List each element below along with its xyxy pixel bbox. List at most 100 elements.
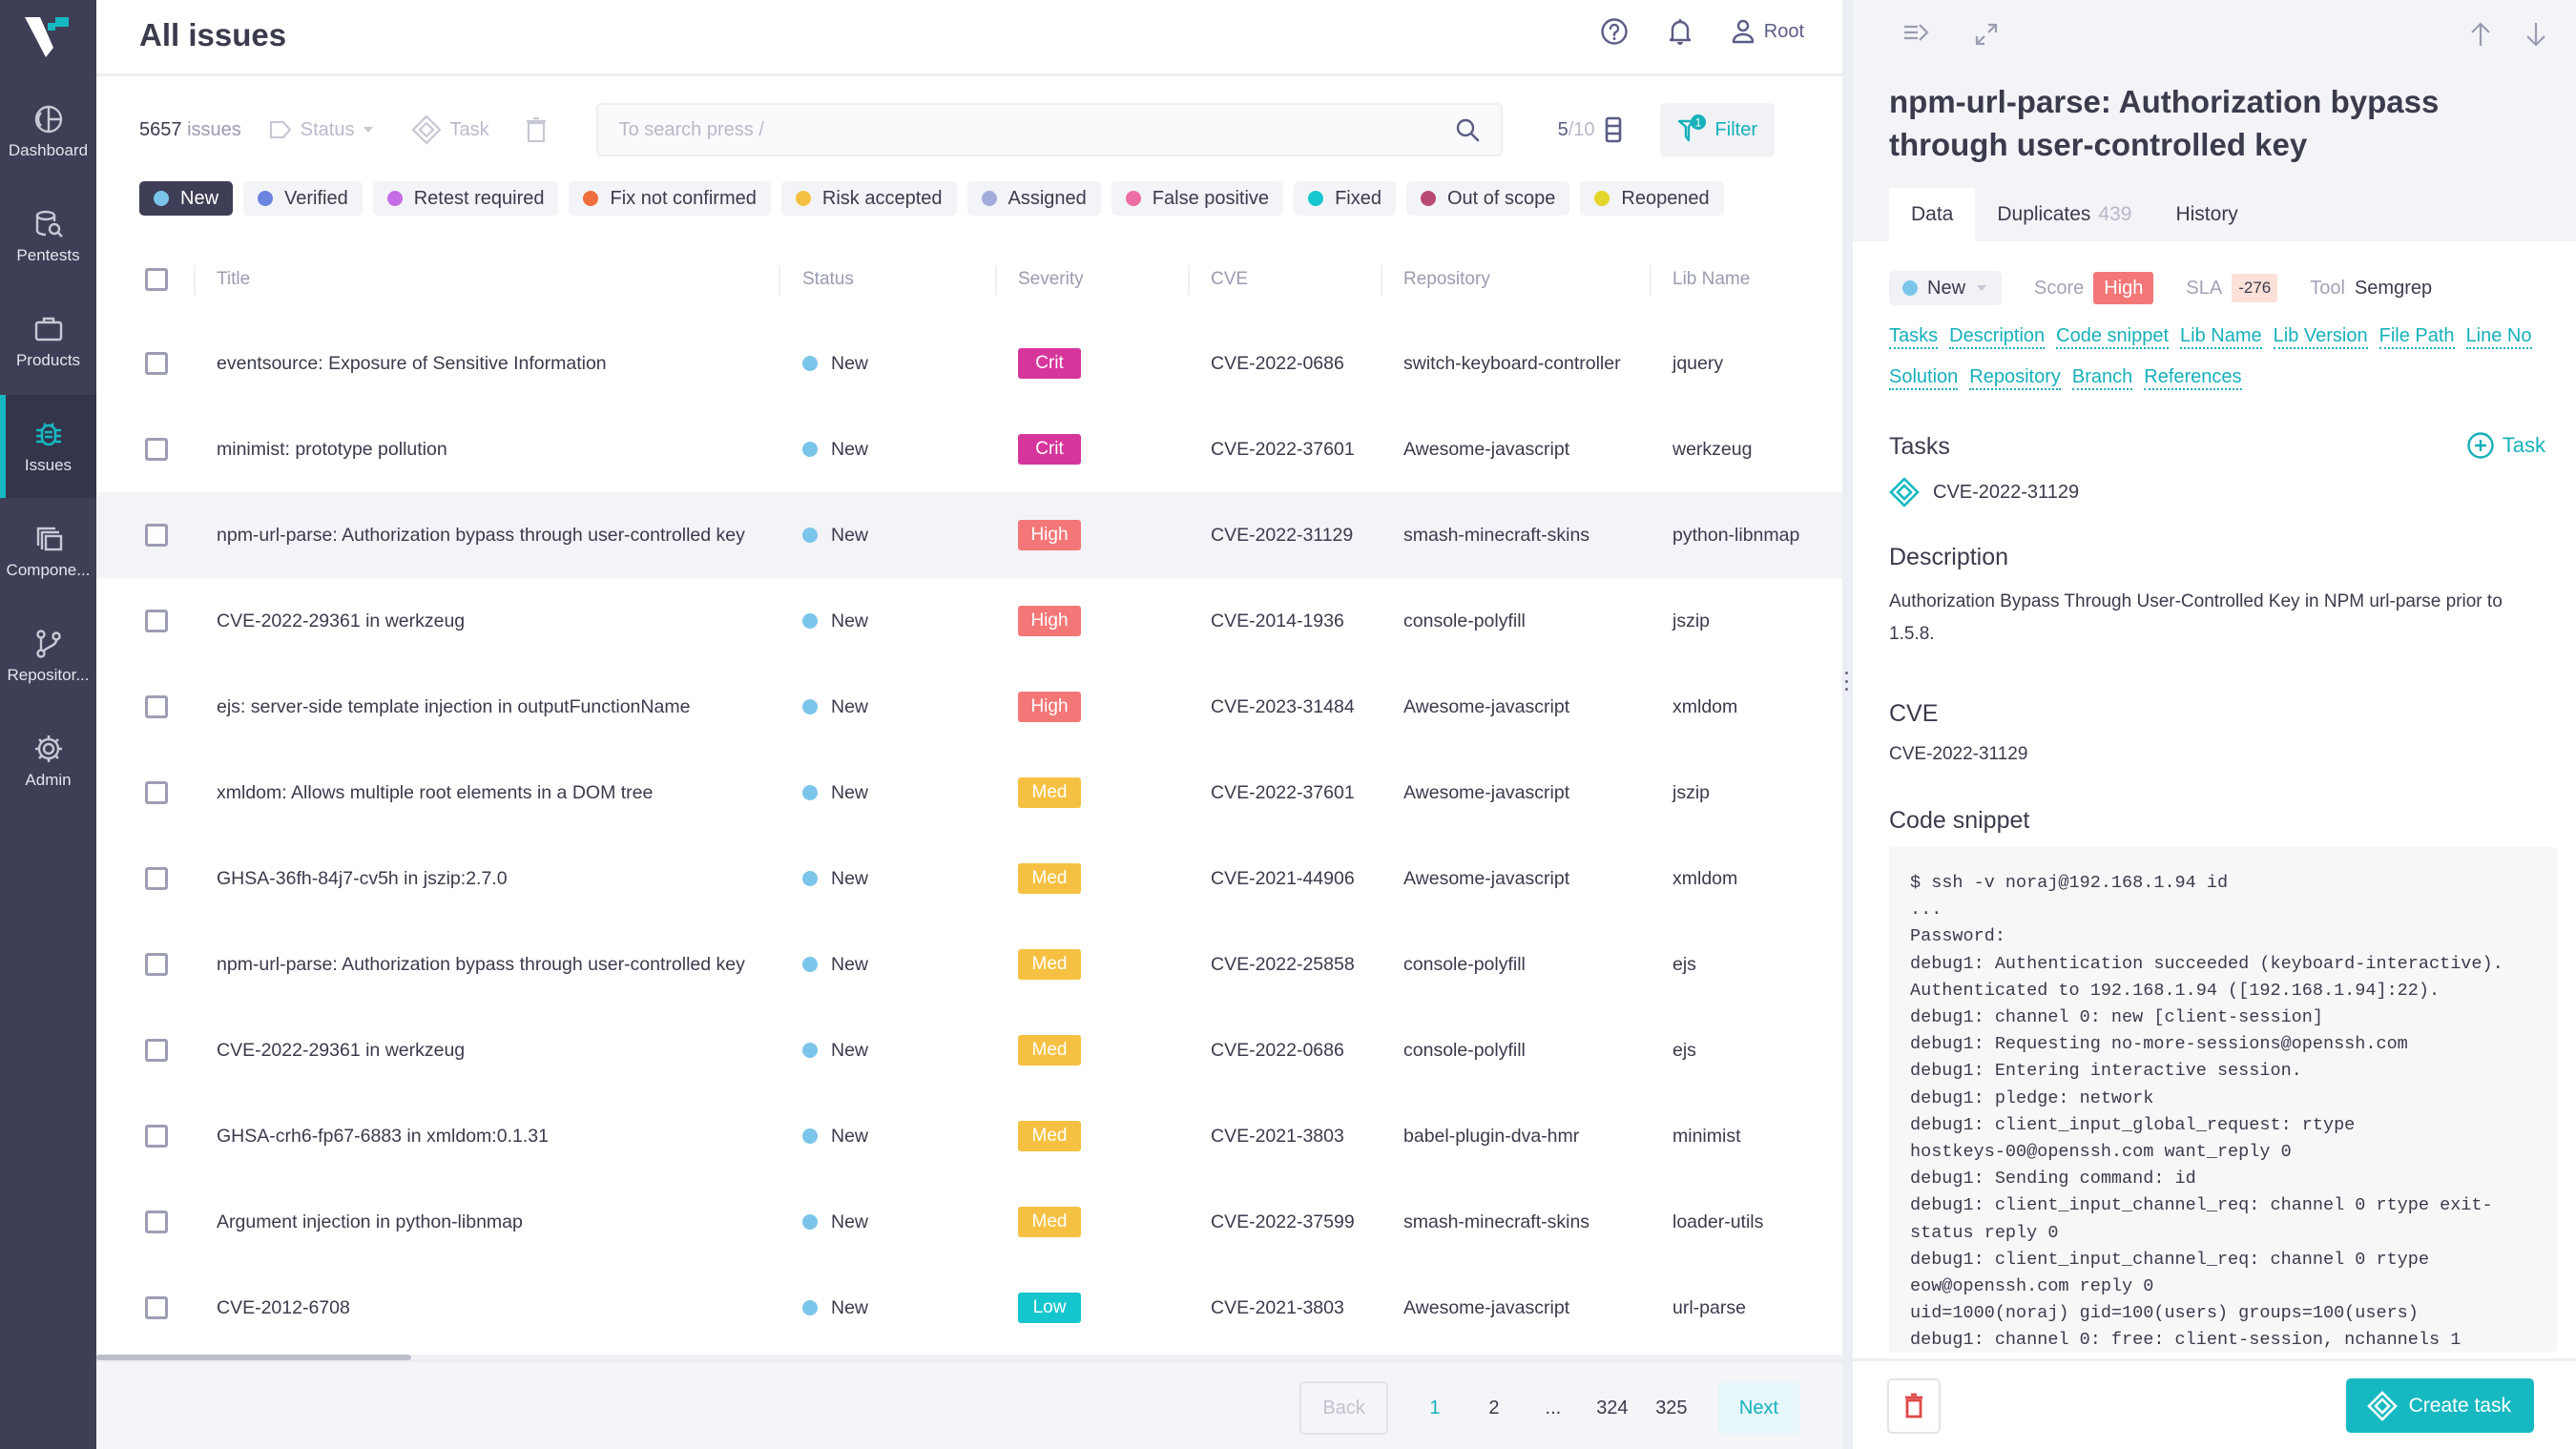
row-checkbox[interactable] <box>145 610 168 632</box>
page-325[interactable]: 325 <box>1642 1397 1701 1419</box>
anchor-lib-version[interactable]: Lib Version <box>2273 324 2368 349</box>
table-row[interactable]: npm-url-parse: Authorization bypass thro… <box>96 921 1842 1007</box>
anchor-repository[interactable]: Repository <box>1969 365 2061 390</box>
row-checkbox[interactable] <box>145 524 168 547</box>
cell-title[interactable]: CVE-2022-29361 in werkzeug <box>217 1007 465 1093</box>
row-checkbox[interactable] <box>145 352 168 375</box>
back-button[interactable]: Back <box>1299 1381 1388 1435</box>
anchor-code-snippet[interactable]: Code snippet <box>2056 324 2170 349</box>
next-button[interactable]: Next <box>1717 1381 1799 1435</box>
cell-title[interactable]: minimist: prototype pollution <box>217 406 447 492</box>
arrow-up-icon[interactable] <box>2469 21 2492 48</box>
cell-title[interactable]: GHSA-crh6-fp67-6883 in xmldom:0.1.31 <box>217 1093 549 1179</box>
bell-icon[interactable] <box>1667 17 1693 46</box>
cell-title[interactable]: Argument injection in python-libnmap <box>217 1179 523 1265</box>
status-chip-fixed[interactable]: Fixed <box>1294 181 1396 216</box>
task-item[interactable]: CVE-2022-31129 <box>1889 477 2079 507</box>
page-324[interactable]: 324 <box>1583 1397 1642 1419</box>
sidebar-item-compone[interactable]: Compone... <box>0 500 96 603</box>
row-checkbox[interactable] <box>145 1125 168 1148</box>
status-select[interactable]: New <box>1889 271 2003 305</box>
table-row[interactable]: ejs: server-side template injection in o… <box>96 664 1842 750</box>
status-chip-reopened[interactable]: Reopened <box>1580 181 1724 216</box>
page-1[interactable]: 1 <box>1405 1397 1465 1419</box>
status-chip-retest-required[interactable]: Retest required <box>372 181 559 216</box>
anchor-file-path[interactable]: File Path <box>2379 324 2455 349</box>
cell-title[interactable]: xmldom: Allows multiple root elements in… <box>217 750 653 836</box>
add-task-button[interactable]: Task <box>2466 431 2545 460</box>
column-status[interactable]: Status <box>802 238 854 321</box>
row-checkbox[interactable] <box>145 781 168 804</box>
anchor-lib-name[interactable]: Lib Name <box>2180 324 2262 349</box>
column-repository[interactable]: Repository <box>1403 238 1490 321</box>
sidebar-item-admin[interactable]: Admin <box>0 710 96 813</box>
cell-title[interactable]: eventsource: Exposure of Sensitive Infor… <box>217 321 607 406</box>
tab-history[interactable]: History <box>2153 188 2259 241</box>
row-checkbox[interactable] <box>145 695 168 718</box>
tab-data[interactable]: Data <box>1889 188 1976 241</box>
row-checkbox[interactable] <box>145 953 168 976</box>
table-row[interactable]: GHSA-crh6-fp67-6883 in xmldom:0.1.31 New M… <box>96 1093 1842 1179</box>
column-cve[interactable]: CVE <box>1211 238 1248 321</box>
cell-title[interactable]: CVE-2022-29361 in werkzeug <box>217 578 465 664</box>
table-row[interactable]: GHSA-36fh-84j7-cv5h in jszip:2.7.0 New Med… <box>96 836 1842 921</box>
status-dropdown[interactable]: Status <box>268 119 376 141</box>
row-checkbox[interactable] <box>145 1296 168 1319</box>
cell-title[interactable]: GHSA-36fh-84j7-cv5h in jszip:2.7.0 <box>217 836 508 921</box>
status-chip-false-positive[interactable]: False positive <box>1111 181 1284 216</box>
column-title[interactable]: Title <box>217 238 250 321</box>
select-all-checkbox[interactable] <box>145 268 168 291</box>
table-row[interactable]: npm-url-parse: Authorization bypass thro… <box>96 492 1842 578</box>
column-lib-name[interactable]: Lib Name <box>1672 238 1750 321</box>
trash-icon[interactable] <box>526 116 547 143</box>
table-row[interactable]: CVE-2022-29361 in werkzeug New High CVE-201… <box>96 578 1842 664</box>
sidebar-item-products[interactable]: Products <box>0 290 96 393</box>
table-row[interactable]: eventsource: Exposure of Sensitive Infor… <box>96 321 1842 406</box>
filter-button[interactable]: 1 Filter <box>1659 103 1775 156</box>
logo-icon[interactable] <box>23 13 73 59</box>
sidebar-item-pentests[interactable]: Pentests <box>0 185 96 288</box>
status-chip-verified[interactable]: Verified <box>243 181 363 216</box>
anchor-references[interactable]: References <box>2144 365 2242 390</box>
task-button[interactable]: Task <box>411 114 489 145</box>
status-chip-fix-not-confirmed[interactable]: Fix not confirmed <box>569 181 771 216</box>
arrow-down-icon[interactable] <box>2524 21 2547 48</box>
row-checkbox[interactable] <box>145 1039 168 1062</box>
anchor-tasks[interactable]: Tasks <box>1889 324 1939 349</box>
row-checkbox[interactable] <box>145 438 168 461</box>
cell-title[interactable]: CVE-2012-6708 <box>217 1265 350 1351</box>
panel-resize-handle[interactable] <box>1842 0 1853 1449</box>
anchor-branch[interactable]: Branch <box>2071 365 2133 390</box>
status-chip-risk-accepted[interactable]: Risk accepted <box>780 181 957 216</box>
row-checkbox[interactable] <box>145 867 168 890</box>
sidebar-item-repositor[interactable]: Repositor... <box>0 605 96 708</box>
sidebar-item-dashboard[interactable]: Dashboard <box>0 80 96 183</box>
search-icon[interactable] <box>1455 117 1480 142</box>
search-input[interactable] <box>618 118 1382 141</box>
status-chip-assigned[interactable]: Assigned <box>966 181 1101 216</box>
anchor-line-no[interactable]: Line No <box>2465 324 2532 349</box>
status-chip-out-of-scope[interactable]: Out of scope <box>1405 181 1570 216</box>
delete-issue-button[interactable] <box>1887 1378 1941 1434</box>
table-row[interactable]: minimist: prototype pollution New Crit CVE-… <box>96 406 1842 492</box>
page-2[interactable]: 2 <box>1465 1397 1524 1419</box>
collapse-panel-icon[interactable] <box>1902 21 1931 44</box>
cell-title[interactable]: npm-url-parse: Authorization bypass thro… <box>217 921 745 1007</box>
help-icon[interactable] <box>1600 17 1629 46</box>
table-row[interactable]: CVE-2022-29361 in werkzeug New Med CVE-2022… <box>96 1007 1842 1093</box>
cell-title[interactable]: ejs: server-side template injection in o… <box>217 664 690 750</box>
user-menu[interactable]: Root <box>1732 19 1804 44</box>
tab-duplicates[interactable]: Duplicates 439 <box>1975 188 2153 241</box>
expand-icon[interactable] <box>1973 21 2000 48</box>
status-chip-new[interactable]: New <box>139 181 234 216</box>
table-row[interactable]: CVE-2012-6708 New Low CVE-2021-3803 Awesome-… <box>96 1265 1842 1351</box>
create-task-button[interactable]: Create task <box>2345 1378 2534 1433</box>
sidebar-item-issues[interactable]: Issues <box>0 395 96 498</box>
cell-title[interactable]: npm-url-parse: Authorization bypass thro… <box>217 492 745 578</box>
column-severity[interactable]: Severity <box>1018 238 1084 321</box>
anchor-description[interactable]: Description <box>1949 324 2046 349</box>
table-row[interactable]: xmldom: Allows multiple root elements in… <box>96 750 1842 836</box>
table-row[interactable]: Argument injection in python-libnmap New M… <box>96 1179 1842 1265</box>
columns-selector[interactable]: 5/10 <box>1558 116 1622 143</box>
row-checkbox[interactable] <box>145 1211 168 1233</box>
